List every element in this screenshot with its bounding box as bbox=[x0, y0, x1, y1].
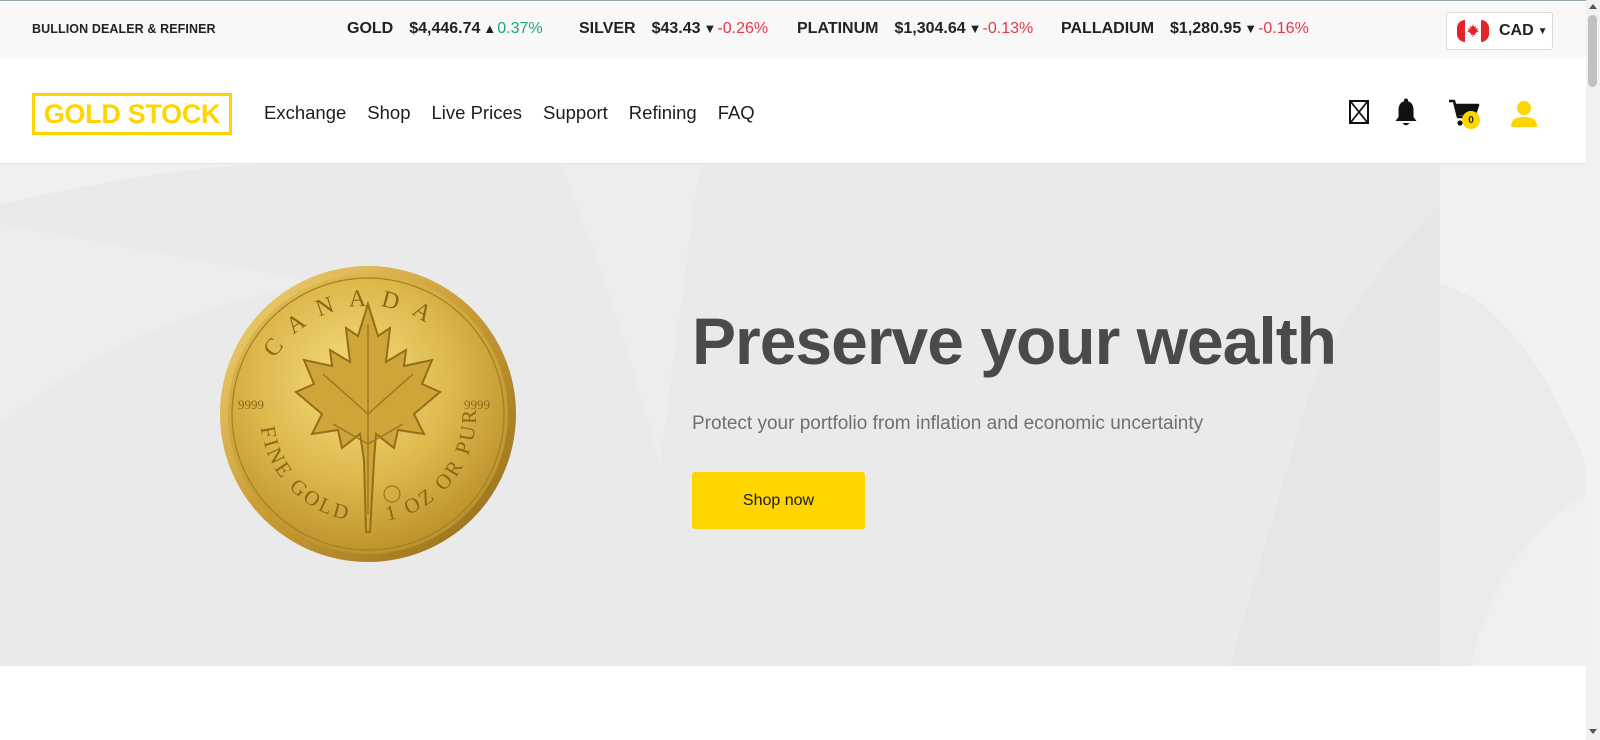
nav-link-refining[interactable]: Refining bbox=[629, 102, 697, 124]
metal-name: PLATINUM bbox=[797, 20, 879, 37]
nav-menu: Exchange Shop Live Prices Support Refini… bbox=[264, 102, 776, 124]
metal-price: $1,304.64 bbox=[894, 20, 966, 37]
arrow-down-icon: ▼ bbox=[968, 21, 982, 36]
nav-link-shop[interactable]: Shop bbox=[367, 102, 410, 124]
metal-price: $43.43 bbox=[651, 20, 701, 37]
site-logo[interactable]: GOLD STOCK bbox=[32, 93, 232, 135]
ticker-platinum[interactable]: PLATINUM $1,304.64 ▼ -0.13% bbox=[797, 20, 1033, 38]
arrow-down-icon: ▼ bbox=[1244, 21, 1258, 36]
hero-subline: Protect your portfolio from inflation an… bbox=[692, 413, 1204, 434]
metal-price: $4,446.74 bbox=[409, 20, 481, 37]
metal-name: GOLD bbox=[347, 20, 394, 37]
metal-price: $1,280.95 bbox=[1170, 20, 1242, 37]
page-scrollbar[interactable] bbox=[1586, 0, 1600, 740]
chevron-down-icon: ▼ bbox=[1537, 25, 1548, 37]
metal-change: 0.37% bbox=[497, 20, 543, 37]
currency-selector[interactable]: CAD ▼ bbox=[1446, 12, 1553, 50]
coin-purity-right: 9999 bbox=[464, 397, 490, 412]
nav-link-live-prices[interactable]: Live Prices bbox=[432, 102, 522, 124]
metal-change: -0.13% bbox=[982, 20, 1034, 37]
coin-purity-left: 9999 bbox=[238, 397, 264, 412]
scrollbar-thumb[interactable] bbox=[1588, 15, 1597, 87]
tagline: BULLION DEALER & REFINER bbox=[32, 22, 216, 36]
nav-link-support[interactable]: Support bbox=[543, 102, 608, 124]
shop-now-button[interactable]: Shop now bbox=[692, 472, 865, 529]
metal-change: -0.16% bbox=[1258, 20, 1309, 37]
price-ticker-bar: BULLION DEALER & REFINER GOLD $4,446.74 … bbox=[0, 0, 1586, 58]
bell-icon[interactable] bbox=[1392, 98, 1420, 128]
nav-link-exchange[interactable]: Exchange bbox=[264, 102, 346, 124]
ticker-silver[interactable]: SILVER $43.43 ▼ -0.26% bbox=[579, 20, 768, 38]
nav-link-faq[interactable]: FAQ bbox=[718, 102, 755, 124]
gold-maple-leaf-coin: CANADA FINE GOLD 1 OZ OR PUR 9999 9999 bbox=[220, 266, 516, 562]
arrow-up-icon: ▲ bbox=[483, 21, 497, 36]
hero-headline: Preserve your wealth bbox=[692, 304, 1337, 378]
cart-count-badge: 0 bbox=[1462, 111, 1480, 129]
ticker-palladium[interactable]: PALLADIUM $1,280.95 ▼ -0.16% bbox=[1061, 20, 1309, 38]
arrow-down-icon: ▼ bbox=[703, 21, 717, 36]
ticker-gold[interactable]: GOLD $4,446.74 ▲ 0.37% bbox=[347, 20, 543, 38]
broken-image-icon[interactable] bbox=[1348, 99, 1370, 125]
user-icon[interactable] bbox=[1510, 100, 1538, 128]
metal-name: PALLADIUM bbox=[1061, 20, 1155, 37]
hero-banner: CANADA FINE GOLD 1 OZ OR PUR 9999 9999 P… bbox=[0, 164, 1586, 666]
scroll-down-arrow-icon[interactable] bbox=[1589, 729, 1597, 734]
main-navigation: GOLD STOCK Exchange Shop Live Prices Sup… bbox=[0, 58, 1586, 164]
scroll-up-arrow-icon[interactable] bbox=[1589, 4, 1597, 9]
currency-code: CAD bbox=[1499, 22, 1534, 39]
canada-flag-icon bbox=[1457, 20, 1489, 42]
metal-name: SILVER bbox=[579, 20, 636, 37]
metal-change: -0.26% bbox=[717, 20, 769, 37]
